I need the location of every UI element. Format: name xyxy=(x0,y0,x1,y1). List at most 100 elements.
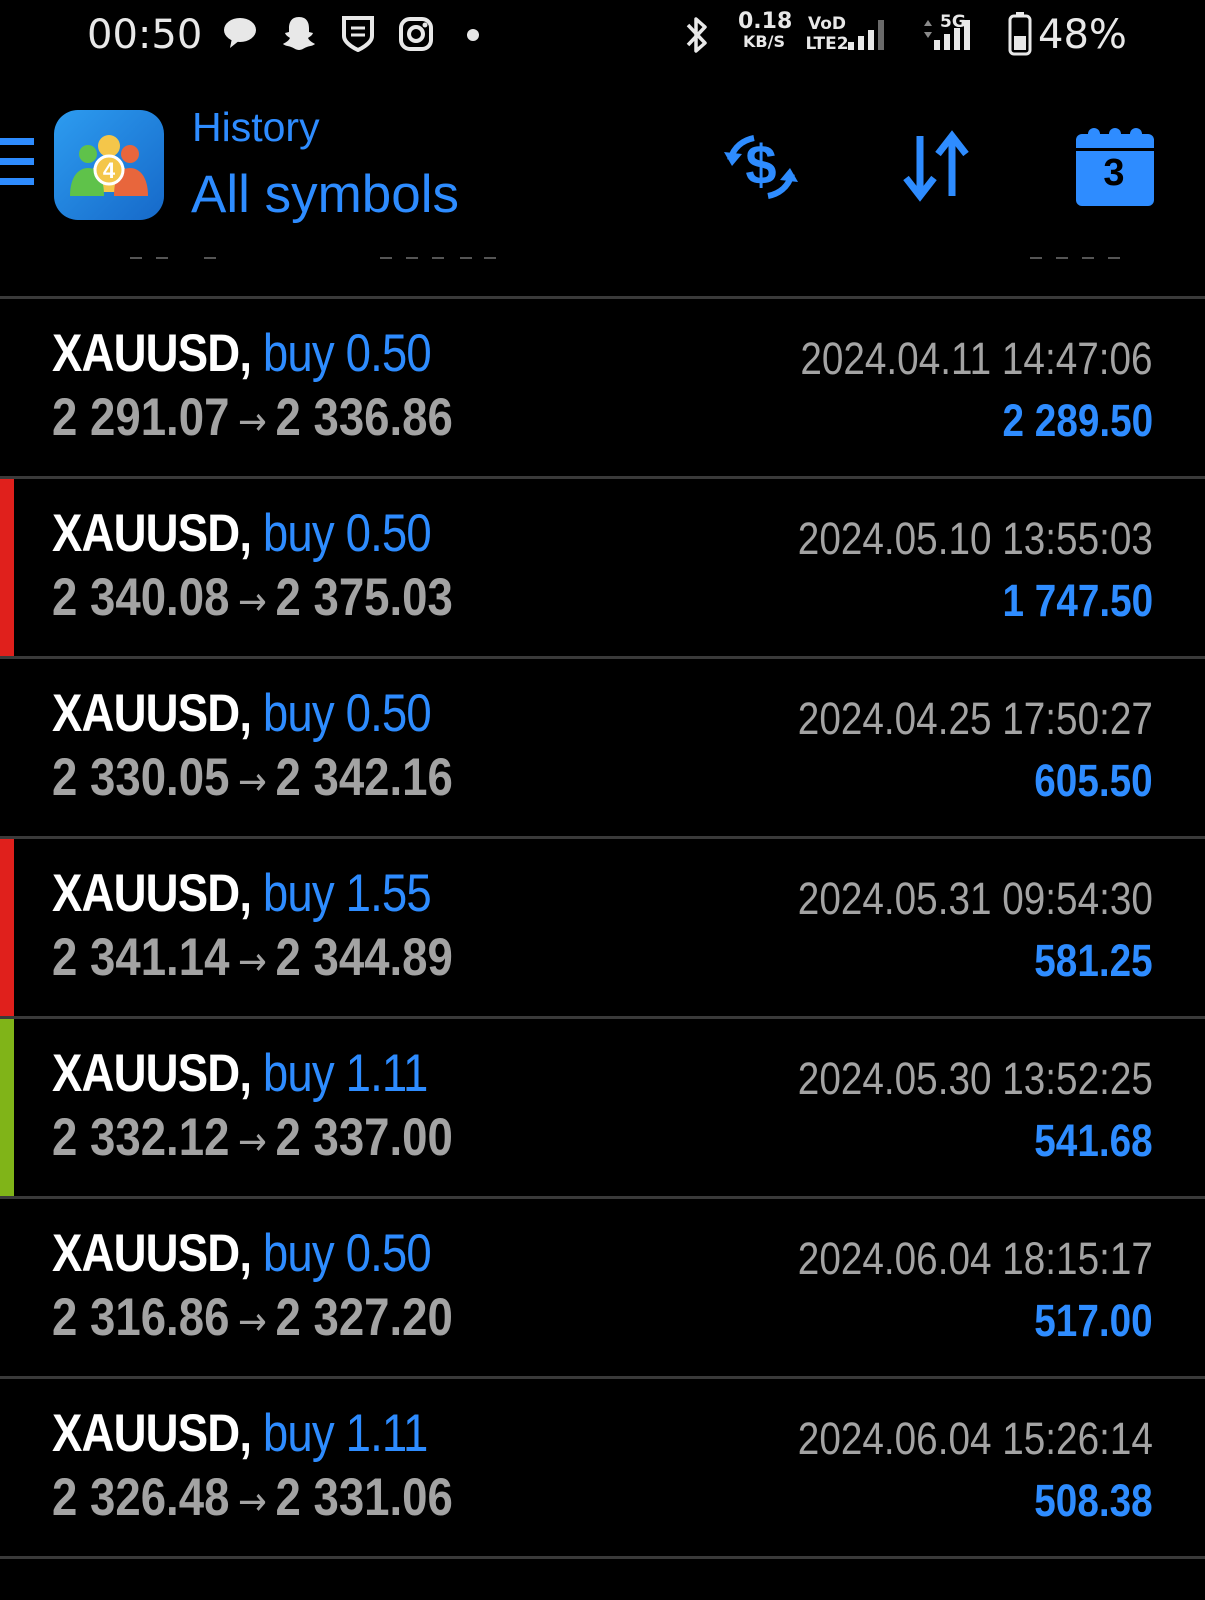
battery-icon xyxy=(1008,12,1032,56)
trade-symbol: XAUUSD xyxy=(52,1404,240,1463)
trade-row[interactable]: XAUUSD, buy 0.50 2 330.05 → 2 342.16 2024.… xyxy=(0,656,1205,836)
trade-symbol: XAUUSD xyxy=(52,684,240,743)
trade-type: buy 0.50 xyxy=(262,684,432,743)
trade-row[interactable]: XAUUSD, buy 0.50 2 316.86 → 2 327.20 2024.… xyxy=(0,1196,1205,1376)
list-divider xyxy=(0,1556,1205,1559)
symbol-separator: , xyxy=(239,324,263,383)
shield-app-icon xyxy=(342,16,374,52)
arrow-right-icon: → xyxy=(238,579,267,625)
signal-5g-icon xyxy=(924,20,970,50)
trade-side-marker xyxy=(0,299,14,476)
instagram-icon xyxy=(399,17,433,51)
trade-time: 2024.04.11 14:47:06 xyxy=(800,333,1153,384)
trade-symbol: XAUUSD xyxy=(52,1224,240,1283)
snapchat-icon xyxy=(283,17,315,50)
arrow-right-icon: → xyxy=(238,939,267,985)
arrow-right-icon: → xyxy=(238,1479,267,1525)
sort-icon xyxy=(903,130,969,202)
trade-time: 2024.05.31 09:54:30 xyxy=(797,873,1153,924)
open-price: 2 326.48 xyxy=(52,1468,230,1527)
trade-prices: 2 332.12 → 2 337.00 xyxy=(52,1107,453,1168)
trade-profit: 517.00 xyxy=(1034,1295,1153,1346)
open-price: 2 340.08 xyxy=(52,568,230,627)
arrow-right-icon: → xyxy=(238,399,267,445)
trade-prices: 2 330.05 → 2 342.16 xyxy=(52,747,453,808)
menu-icon[interactable] xyxy=(0,138,34,190)
trade-side-marker xyxy=(0,479,14,656)
arrow-right-icon: → xyxy=(238,1299,267,1345)
calendar-button[interactable]: 3 xyxy=(1074,120,1156,210)
trade-symbol-line: XAUUSD, buy 1.11 xyxy=(52,1403,428,1464)
trade-symbol: XAUUSD xyxy=(52,864,240,923)
symbol-separator: , xyxy=(239,504,263,563)
trade-type: buy 0.50 xyxy=(262,504,432,563)
signal-icon xyxy=(848,20,884,50)
network-speed-value: 0.18 xyxy=(738,9,793,34)
trade-type: buy 1.11 xyxy=(262,1044,428,1103)
trade-row[interactable]: XAUUSD, buy 0.50 2 340.08 → 2 375.03 2024.… xyxy=(0,476,1205,656)
volte-indicator: VoD LTE2 xyxy=(805,14,849,54)
trade-symbol: XAUUSD xyxy=(52,504,240,563)
arrow-right-icon: → xyxy=(238,759,267,805)
close-price: 2 342.16 xyxy=(275,748,453,807)
svg-text:$: $ xyxy=(745,133,776,196)
battery-percent: 48% xyxy=(1038,12,1127,58)
app-logo-icon[interactable]: 4 xyxy=(54,110,164,220)
trade-time: 2024.05.30 13:52:25 xyxy=(797,1053,1153,1104)
trade-profit: 541.68 xyxy=(1034,1115,1153,1166)
app-logo-graphic: 4 xyxy=(70,135,148,196)
dot-icon xyxy=(467,29,479,41)
trade-symbol-line: XAUUSD, buy 1.11 xyxy=(52,1043,428,1104)
trade-row[interactable]: XAUUSD, buy 1.11 2 332.12 → 2 337.00 2024.… xyxy=(0,1016,1205,1196)
app-bar: 4 History All symbols $ 3 xyxy=(0,90,1205,250)
trade-symbol-line: XAUUSD, buy 1.55 xyxy=(52,863,432,924)
symbol-separator: , xyxy=(239,864,263,923)
trade-time: 2024.04.25 17:50:27 xyxy=(797,693,1153,744)
trade-side-marker xyxy=(0,1019,14,1196)
trade-prices: 2 316.86 → 2 327.20 xyxy=(52,1287,453,1348)
arrow-right-icon: → xyxy=(238,1119,267,1165)
trade-row[interactable]: XAUUSD, buy 0.50 2 291.07 → 2 336.86 2024.… xyxy=(0,296,1205,476)
trade-prices: 2 340.08 → 2 375.03 xyxy=(52,567,453,628)
close-price: 2 375.03 xyxy=(275,568,453,627)
chat-icon xyxy=(224,18,256,48)
trade-row[interactable]: XAUUSD, buy 1.11 2 326.48 → 2 331.06 2024.… xyxy=(0,1376,1205,1556)
app-logo-badge: 4 xyxy=(103,158,116,183)
trade-row[interactable]: XAUUSD, buy 1.55 2 341.14 → 2 344.89 2024.… xyxy=(0,836,1205,1016)
open-price: 2 330.05 xyxy=(52,748,230,807)
trade-history-list[interactable]: XAUUSD, buy 0.50 2 291.07 → 2 336.86 2024.… xyxy=(0,296,1205,1559)
trade-time: 2024.05.10 13:55:03 xyxy=(797,513,1153,564)
currency-exchange-button[interactable]: $ xyxy=(720,126,802,208)
trade-symbol-line: XAUUSD, buy 0.50 xyxy=(52,1223,432,1284)
trade-side-marker xyxy=(0,1199,14,1376)
trade-symbol-line: XAUUSD, buy 0.50 xyxy=(52,503,432,564)
trade-time: 2024.06.04 18:15:17 xyxy=(797,1233,1153,1284)
calendar-day: 3 xyxy=(1103,152,1125,194)
header-divider xyxy=(0,255,1205,263)
trade-prices: 2 291.07 → 2 336.86 xyxy=(52,387,453,448)
sort-button[interactable] xyxy=(896,126,978,208)
trade-time: 2024.06.04 15:26:14 xyxy=(797,1413,1153,1464)
symbol-separator: , xyxy=(239,1224,263,1283)
bluetooth-icon xyxy=(686,17,707,53)
trade-type: buy 1.11 xyxy=(262,1404,428,1463)
trade-symbol: XAUUSD xyxy=(52,1044,240,1103)
trade-side-marker xyxy=(0,839,14,1016)
trade-side-marker xyxy=(0,1379,14,1556)
trade-prices: 2 341.14 → 2 344.89 xyxy=(52,927,453,988)
status-time: 00:50 xyxy=(87,12,203,58)
close-price: 2 327.20 xyxy=(275,1288,453,1347)
trade-prices: 2 326.48 → 2 331.06 xyxy=(52,1467,453,1528)
open-price: 2 316.86 xyxy=(52,1288,230,1347)
trade-profit: 605.50 xyxy=(1034,755,1153,806)
open-price: 2 332.12 xyxy=(52,1108,230,1167)
network-speed-unit: KB/S xyxy=(743,32,785,51)
page-title: History xyxy=(192,104,320,150)
trade-symbol: XAUUSD xyxy=(52,324,240,383)
symbol-separator: , xyxy=(239,1044,263,1103)
close-price: 2 344.89 xyxy=(275,928,453,987)
symbol-filter-label[interactable]: All symbols xyxy=(191,164,459,225)
trade-profit: 508.38 xyxy=(1034,1475,1153,1526)
volte-top-label: VoD xyxy=(807,14,847,34)
close-price: 2 337.00 xyxy=(275,1108,453,1167)
